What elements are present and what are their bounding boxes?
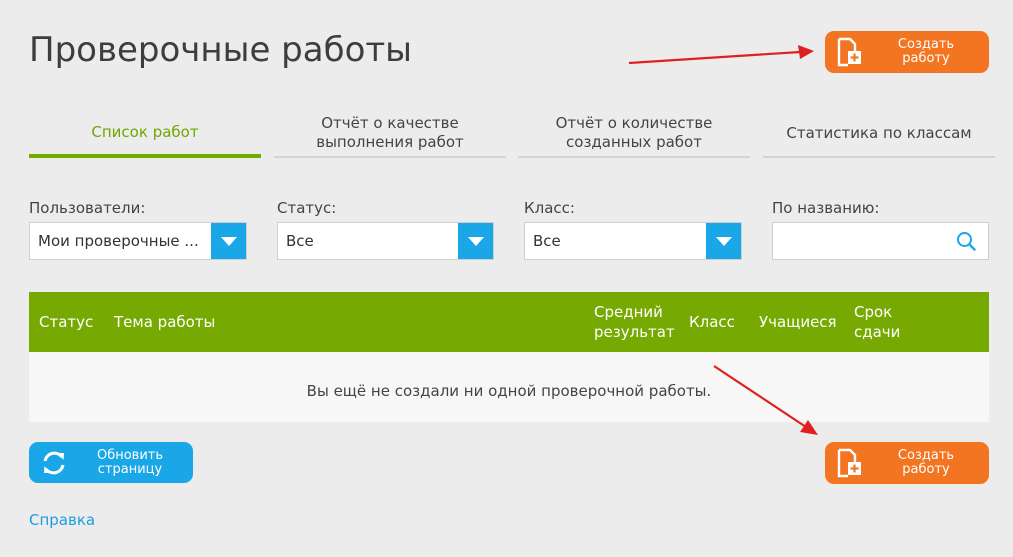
column-topic[interactable]: Тема работы (114, 312, 215, 332)
refresh-icon (29, 449, 79, 477)
column-students[interactable]: Учащиеся (759, 312, 837, 332)
tab-quality-report[interactable]: Отчёт о качестве выполнения работ (274, 110, 506, 158)
table-body: Вы ещё не создали ни одной проверочной р… (29, 352, 989, 422)
search-icon[interactable] (956, 231, 976, 255)
column-class[interactable]: Класс (689, 312, 735, 332)
status-select[interactable]: Все (277, 222, 494, 260)
column-average-result[interactable]: Средний результат (594, 302, 675, 342)
users-select[interactable]: Мои проверочные ... (29, 222, 247, 260)
name-search-box (772, 222, 989, 260)
name-filter-label: По названию: (772, 199, 880, 217)
document-plus-icon (825, 448, 873, 478)
tab-quantity-report[interactable]: Отчёт о количестве созданных работ (518, 110, 750, 158)
refresh-page-label: Обновить страницу (96, 447, 164, 477)
help-link[interactable]: Справка (29, 511, 95, 529)
chevron-down-icon[interactable] (458, 223, 493, 259)
name-search-input[interactable] (773, 223, 943, 259)
column-status[interactable]: Статус (39, 312, 93, 332)
class-select-value: Все (533, 232, 561, 250)
users-filter-label: Пользователи: (29, 199, 146, 217)
chevron-down-icon[interactable] (706, 223, 741, 259)
users-select-value: Мои проверочные ... (38, 232, 199, 250)
annotation-arrowhead-top (798, 45, 814, 59)
page-title: Проверочные работы (29, 30, 413, 70)
class-select[interactable]: Все (524, 222, 742, 260)
create-work-label: Создать работу (897, 37, 955, 66)
table-header: Статус Тема работы Средний результат Кла… (29, 292, 989, 352)
empty-table-message: Вы ещё не создали ни одной проверочной р… (306, 382, 712, 400)
chevron-down-icon[interactable] (211, 223, 246, 259)
create-work-button-bottom[interactable]: Создать работу (825, 442, 989, 484)
refresh-page-button[interactable]: Обновить страницу (29, 442, 193, 483)
class-filter-label: Класс: (524, 199, 575, 217)
create-work-button-top[interactable]: Создать работу (825, 31, 989, 73)
tab-class-statistics[interactable]: Статистика по классам (763, 110, 995, 158)
annotation-arrowhead-bottom (800, 420, 818, 435)
document-plus-icon (825, 37, 873, 67)
status-filter-label: Статус: (277, 199, 337, 217)
tab-work-list[interactable]: Список работ (29, 110, 261, 158)
status-select-value: Все (286, 232, 314, 250)
annotation-arrow-top (628, 50, 801, 65)
column-deadline[interactable]: Срок сдачи (854, 302, 900, 342)
create-work-label: Создать работу (897, 448, 955, 477)
tabs: Список работ Отчёт о качестве выполнения… (29, 110, 995, 158)
